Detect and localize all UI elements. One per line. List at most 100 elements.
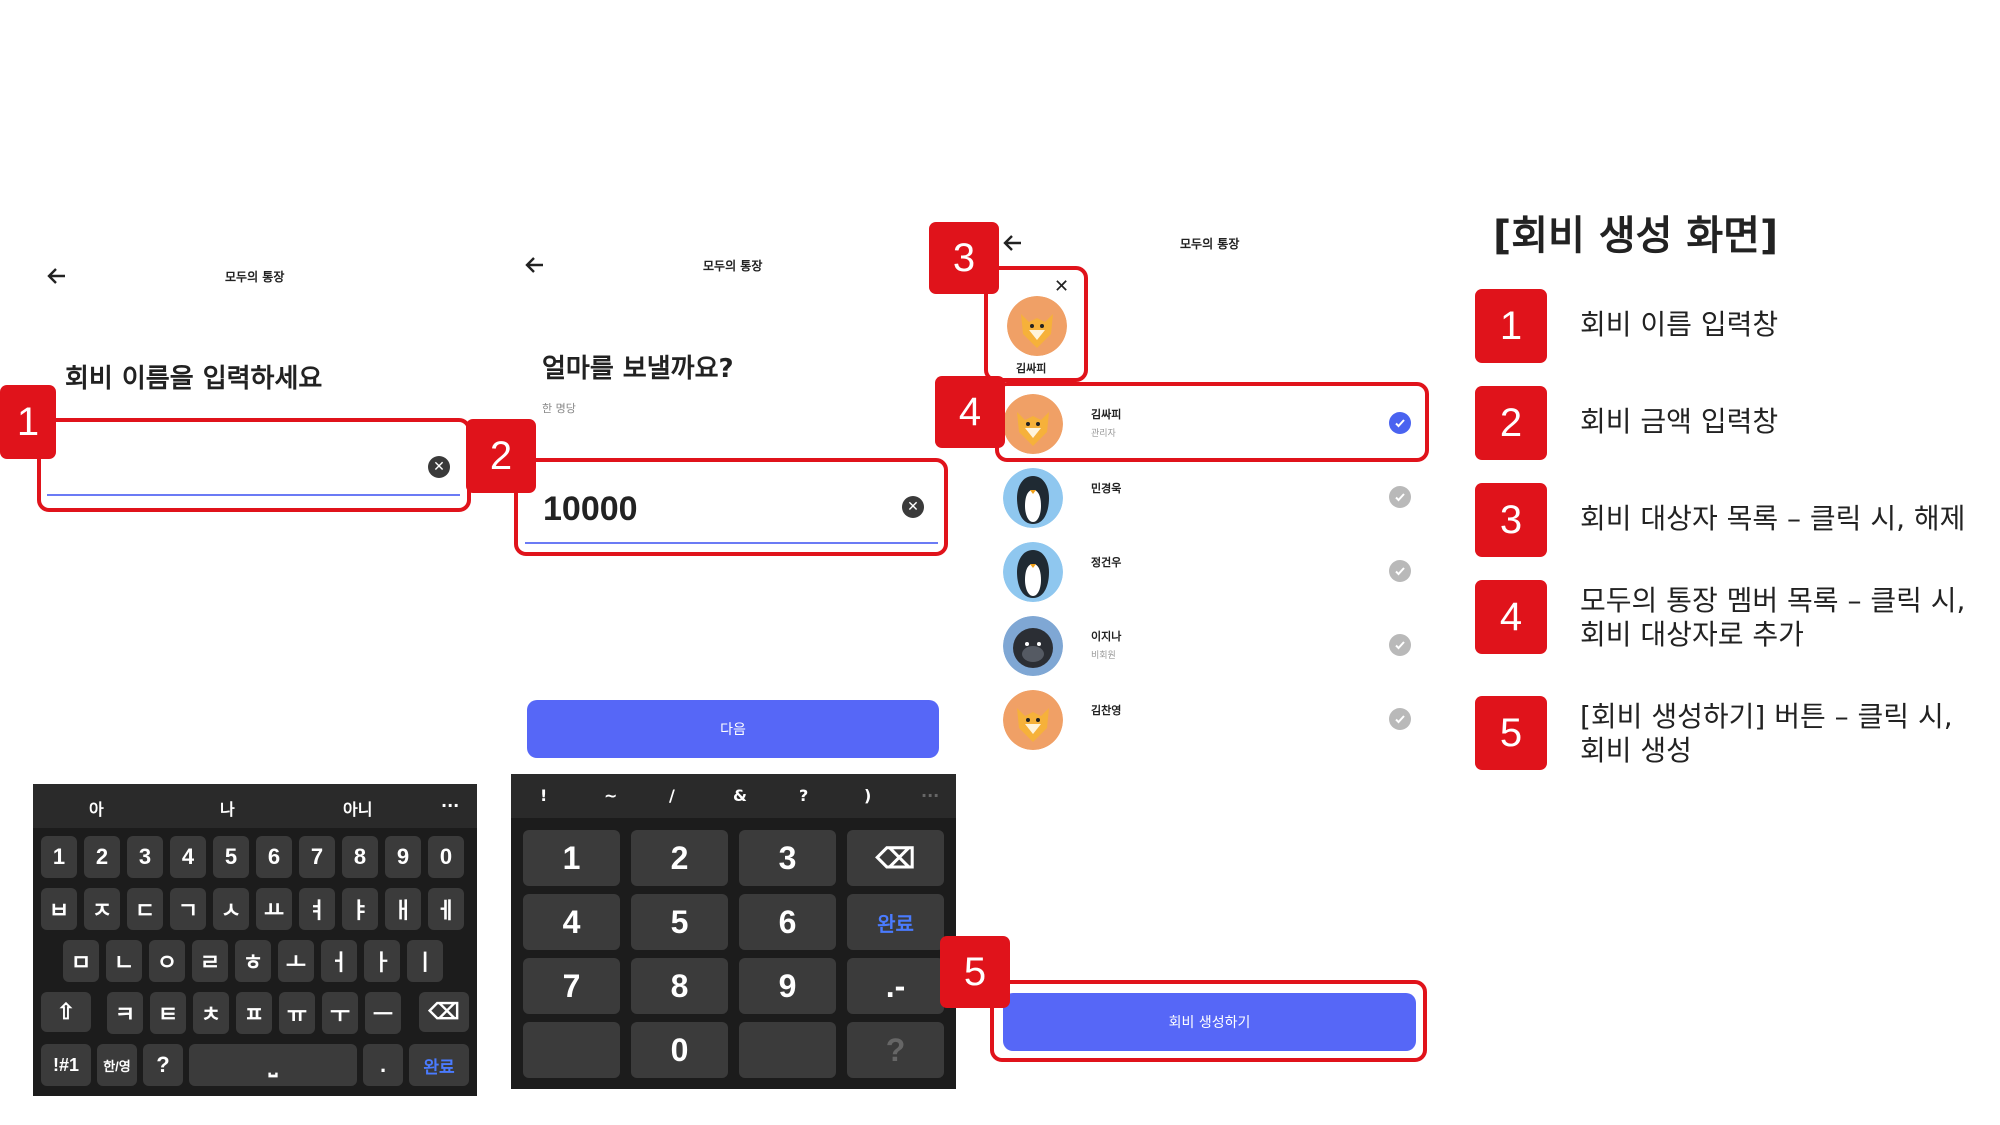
letter-key[interactable]: ㅗ	[278, 940, 314, 982]
suggestion-bar: 아 나 아니 ···	[33, 784, 477, 828]
annotation-badge-2: 2	[466, 419, 536, 493]
done-key[interactable]: 완료	[409, 1044, 469, 1086]
language-key[interactable]: 한/영	[97, 1044, 137, 1086]
member-list-item[interactable]: 이지나 비회원	[1003, 614, 1423, 678]
member-list-item[interactable]: 민경욱	[1003, 466, 1423, 530]
letter-key[interactable]: ㅛ	[256, 888, 292, 930]
key-5[interactable]: 5	[631, 894, 728, 950]
highlight-box-2	[514, 458, 948, 556]
annotation-badge-4: 4	[935, 376, 1005, 448]
unchecked-icon[interactable]	[1389, 634, 1411, 656]
key-8[interactable]: 8	[631, 958, 728, 1014]
legend-text-line2: 회비 대상자로 추가	[1580, 618, 1804, 651]
number-key[interactable]: 6	[256, 836, 292, 878]
key-9[interactable]: 9	[739, 958, 836, 1014]
back-arrow-icon[interactable]	[523, 253, 547, 277]
letter-key[interactable]: ㅡ	[365, 992, 401, 1034]
member-list-item[interactable]: 김찬영	[1003, 688, 1423, 752]
letter-key[interactable]: ㅕ	[299, 888, 335, 930]
unchecked-icon[interactable]	[1389, 708, 1411, 730]
legend-text-line1: 모두의 통장 멤버 목록 – 클릭 시,	[1580, 584, 1966, 617]
gorilla-avatar	[1003, 616, 1063, 676]
key-7[interactable]: 7	[523, 958, 620, 1014]
backspace-key[interactable]: ⌫	[847, 830, 944, 886]
per-person-label: 한 명당	[542, 402, 576, 415]
unchecked-icon[interactable]	[1389, 486, 1411, 508]
number-key[interactable]: 5	[213, 836, 249, 878]
key-1[interactable]: 1	[523, 830, 620, 886]
legend-text-line2: 회비 생성	[1580, 734, 1692, 767]
symbol-paren[interactable]: )	[864, 786, 871, 805]
annotation-badge-1: 1	[0, 385, 56, 459]
member-list-item[interactable]: 정건우	[1003, 540, 1423, 604]
penguin-avatar	[1003, 542, 1063, 602]
legend-text-line1: 회비 이름 입력창	[1580, 308, 1779, 341]
letter-key[interactable]: ㅠ	[279, 992, 315, 1034]
key-3[interactable]: 3	[739, 830, 836, 886]
number-key[interactable]: 9	[385, 836, 421, 878]
letter-key[interactable]: ㅐ	[385, 888, 421, 930]
done-key[interactable]: 완료	[847, 894, 944, 950]
symbol-more[interactable]: ···	[921, 786, 939, 805]
number-key[interactable]: 8	[342, 836, 378, 878]
letter-key[interactable]: ㄱ	[170, 888, 206, 930]
letter-key[interactable]: ㅁ	[63, 940, 99, 982]
letter-key[interactable]: ㄹ	[192, 940, 228, 982]
key-4[interactable]: 4	[523, 894, 620, 950]
letter-key[interactable]: ㅍ	[236, 992, 272, 1034]
letter-key[interactable]: ㄴ	[106, 940, 142, 982]
question-key[interactable]: ?	[847, 1022, 944, 1078]
letter-key[interactable]: ㅑ	[342, 888, 378, 930]
letter-key[interactable]: ㄷ	[127, 888, 163, 930]
suggestion-more[interactable]: ···	[441, 796, 459, 815]
back-arrow-icon[interactable]	[1001, 231, 1025, 255]
letter-key[interactable]: ㅌ	[150, 992, 186, 1034]
letter-key[interactable]: ㅏ	[364, 940, 400, 982]
number-key[interactable]: 3	[127, 836, 163, 878]
annotation-badge-5: 5	[940, 936, 1010, 1008]
letter-key[interactable]: ㅊ	[193, 992, 229, 1034]
number-key[interactable]: 1	[41, 836, 77, 878]
symbols-key[interactable]: !#1	[41, 1044, 91, 1086]
number-key[interactable]: 2	[84, 836, 120, 878]
symbol-exclaim[interactable]: !	[540, 786, 547, 805]
suggestion-2[interactable]: 나	[220, 796, 235, 820]
letter-key[interactable]: ㅋ	[107, 992, 143, 1034]
dot-dash-key[interactable]: .-	[847, 958, 944, 1014]
highlight-box-4	[995, 382, 1429, 462]
unchecked-icon[interactable]	[1389, 560, 1411, 582]
symbol-question[interactable]: ?	[799, 786, 808, 805]
letter-key[interactable]: ㅜ	[322, 992, 358, 1034]
member-name: 김찬영	[1091, 704, 1122, 717]
symbol-ampersand[interactable]: &	[733, 786, 747, 805]
letter-key[interactable]: ㅎ	[235, 940, 271, 982]
page-prompt: 회비 이름을 입력하세요	[65, 364, 323, 394]
back-arrow-icon[interactable]	[45, 264, 69, 288]
letter-key[interactable]: ㅈ	[84, 888, 120, 930]
key-0[interactable]: 0	[631, 1022, 728, 1078]
letter-key[interactable]: ㅔ	[428, 888, 464, 930]
letter-key[interactable]: ㅣ	[407, 940, 443, 982]
backspace-key[interactable]: ⌫	[419, 992, 469, 1032]
next-button[interactable]: 다음	[527, 700, 939, 758]
suggestion-1[interactable]: 아	[89, 796, 104, 820]
key-2[interactable]: 2	[631, 830, 728, 886]
number-key[interactable]: 4	[170, 836, 206, 878]
header-title: 모두의 통장	[1180, 237, 1240, 251]
letter-key[interactable]: ㅓ	[321, 940, 357, 982]
symbol-slash[interactable]: /	[669, 786, 675, 805]
number-key[interactable]: 7	[299, 836, 335, 878]
space-key[interactable]: ⎵	[189, 1044, 357, 1086]
legend-text-line1: 회비 대상자 목록 – 클릭 시, 해제	[1580, 502, 1966, 535]
number-key[interactable]: 0	[428, 836, 464, 878]
page-prompt: 얼마를 보낼까요?	[542, 354, 734, 384]
letter-key[interactable]: ㅂ	[41, 888, 77, 930]
suggestion-3[interactable]: 아니	[343, 796, 372, 820]
period-key[interactable]: .	[363, 1044, 403, 1086]
question-key[interactable]: ?	[143, 1044, 183, 1086]
letter-key[interactable]: ㅇ	[149, 940, 185, 982]
symbol-tilde[interactable]: ~	[604, 786, 617, 805]
letter-key[interactable]: ㅅ	[213, 888, 249, 930]
shift-key[interactable]: ⇧	[41, 992, 91, 1032]
key-6[interactable]: 6	[739, 894, 836, 950]
